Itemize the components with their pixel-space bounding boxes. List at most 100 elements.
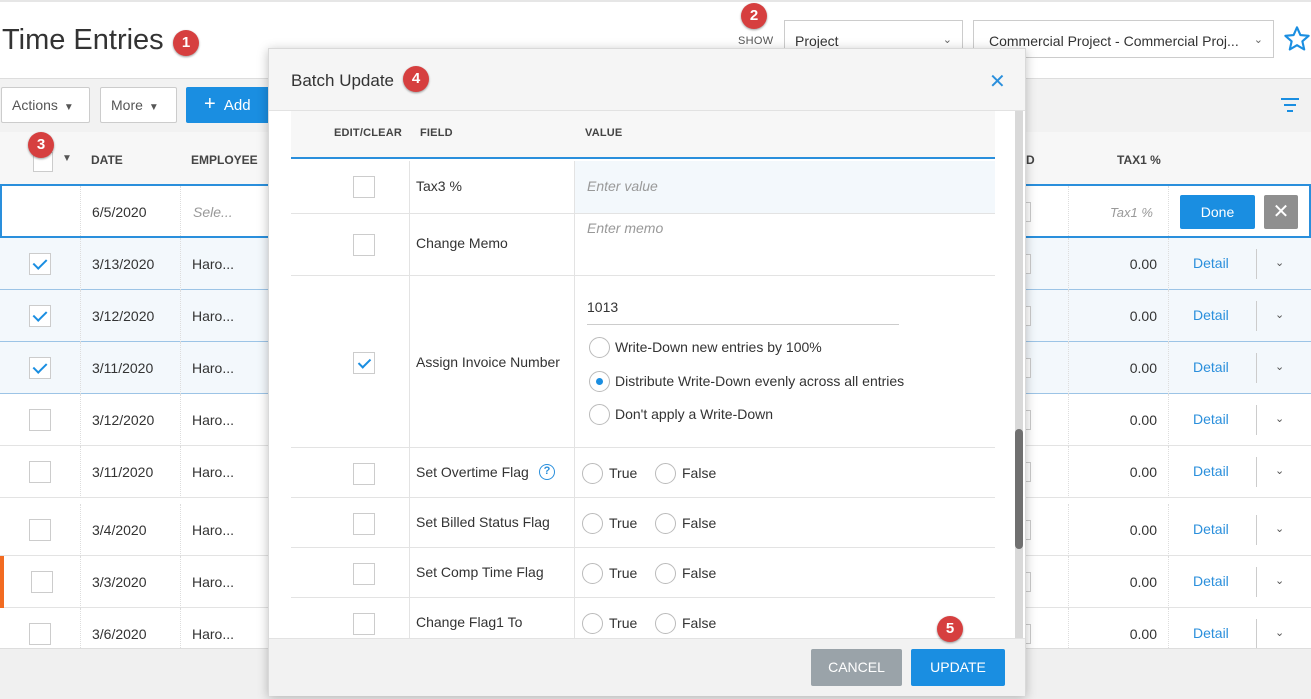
- chevron-down-icon[interactable]: ⌄: [1275, 522, 1284, 535]
- column-header-date[interactable]: DATE: [91, 153, 123, 167]
- star-icon[interactable]: [1283, 25, 1311, 53]
- chevron-down-icon[interactable]: ⌄: [1275, 308, 1284, 321]
- cancel-button[interactable]: CANCEL: [811, 649, 902, 686]
- overtime-false-radio[interactable]: [655, 463, 676, 484]
- row-checkbox[interactable]: [29, 409, 51, 431]
- flag1-true-radio[interactable]: [582, 613, 603, 634]
- writedown-radio-none[interactable]: [589, 404, 610, 425]
- comp-time-false-label[interactable]: False: [682, 565, 716, 581]
- comp-time-true-label[interactable]: True: [609, 565, 637, 581]
- edit-row-employee-select[interactable]: Sele...: [193, 204, 233, 220]
- column-header-tax1[interactable]: TAX1 %: [1117, 153, 1161, 167]
- close-icon[interactable]: ✕: [989, 69, 1006, 94]
- add-button[interactable]: + Add: [186, 87, 276, 123]
- billed-checkbox[interactable]: [353, 513, 375, 535]
- memo-checkbox[interactable]: [353, 234, 375, 256]
- detail-link[interactable]: Detail: [1193, 463, 1229, 479]
- row-date: 3/6/2020: [92, 626, 147, 642]
- billed-false-radio[interactable]: [655, 513, 676, 534]
- chevron-down-icon[interactable]: ⌄: [1275, 360, 1284, 373]
- chevron-down-icon[interactable]: ⌄: [1275, 574, 1284, 587]
- flag1-true-label[interactable]: True: [609, 615, 637, 631]
- filter-icon[interactable]: [1281, 98, 1299, 112]
- field-cell: Change Flag1 To: [410, 598, 575, 638]
- invoice-number-input[interactable]: 1013: [587, 299, 618, 315]
- column-divider: [180, 290, 181, 342]
- detail-link[interactable]: Detail: [1193, 521, 1229, 537]
- comp-time-false-radio[interactable]: [655, 563, 676, 584]
- row-employee: Haro...: [192, 412, 235, 428]
- flag1-false-radio[interactable]: [655, 613, 676, 634]
- column-divider: [1068, 290, 1069, 342]
- detail-link[interactable]: Detail: [1193, 411, 1229, 427]
- chevron-down-icon[interactable]: ⌄: [1275, 256, 1284, 269]
- chevron-down-icon[interactable]: ⌄: [1275, 626, 1284, 639]
- writedown-option-none[interactable]: Don't apply a Write-Down: [615, 406, 773, 422]
- chevron-down-icon[interactable]: ⌄: [1275, 464, 1284, 477]
- tax3-input[interactable]: Enter value: [587, 178, 658, 194]
- chevron-down-icon[interactable]: ▼: [62, 153, 72, 164]
- modal-scrollbar[interactable]: [1015, 111, 1023, 638]
- detail-link[interactable]: Detail: [1193, 359, 1229, 375]
- flag1-checkbox[interactable]: [353, 613, 375, 635]
- row-checkbox[interactable]: [29, 519, 51, 541]
- callout-badge-1: 1: [173, 30, 199, 56]
- batch-row-comp-time: Set Comp Time Flag True False: [291, 548, 995, 598]
- detail-link[interactable]: Detail: [1193, 255, 1229, 271]
- page-title: Time Entries: [2, 24, 164, 56]
- column-divider: [1168, 446, 1169, 498]
- actions-button[interactable]: Actions ▼: [1, 87, 90, 123]
- edit-row-date[interactable]: 6/5/2020: [92, 204, 147, 220]
- help-icon[interactable]: ?: [539, 464, 555, 480]
- row-checkbox[interactable]: [31, 571, 53, 593]
- done-button[interactable]: Done: [1180, 195, 1255, 229]
- comp-time-checkbox[interactable]: [353, 563, 375, 585]
- comp-time-true-radio[interactable]: [582, 563, 603, 584]
- overtime-false-label[interactable]: False: [682, 465, 716, 481]
- overtime-checkbox[interactable]: [353, 463, 375, 485]
- overtime-true-radio[interactable]: [582, 463, 603, 484]
- invoice-checkbox[interactable]: [353, 352, 375, 374]
- row-amount: 0.00: [1129, 464, 1157, 480]
- writedown-radio-100[interactable]: [589, 337, 610, 358]
- chevron-down-icon: ⌄: [1253, 34, 1263, 46]
- row-employee: Haro...: [192, 360, 235, 376]
- detail-link[interactable]: Detail: [1193, 573, 1229, 589]
- detail-link[interactable]: Detail: [1193, 307, 1229, 323]
- more-button[interactable]: More ▼: [100, 87, 177, 123]
- column-divider: [1068, 504, 1069, 556]
- project-value: Commercial Project - Commercial Proj...: [989, 33, 1239, 49]
- memo-textarea[interactable]: Enter memo: [587, 220, 663, 236]
- row-checkbox[interactable]: [29, 305, 51, 327]
- row-checkbox[interactable]: [29, 623, 51, 645]
- edit-row-tax1-input[interactable]: Tax1 %: [1110, 205, 1153, 220]
- callout-badge-2: 2: [741, 3, 767, 29]
- column-header-partial[interactable]: D: [1026, 153, 1035, 167]
- row-amount: 0.00: [1129, 308, 1157, 324]
- modal-scrollbar-thumb[interactable]: [1015, 429, 1023, 549]
- cancel-edit-button[interactable]: ✕: [1264, 195, 1298, 229]
- edit-clear-cell: [291, 214, 410, 275]
- row-checkbox[interactable]: [29, 461, 51, 483]
- column-divider: [1068, 556, 1069, 608]
- overtime-true-label[interactable]: True: [609, 465, 637, 481]
- update-button[interactable]: UPDATE: [911, 649, 1005, 686]
- flag1-false-label[interactable]: False: [682, 615, 716, 631]
- writedown-option-100[interactable]: Write-Down new entries by 100%: [615, 339, 822, 355]
- row-checkbox[interactable]: [29, 357, 51, 379]
- tax3-checkbox[interactable]: [353, 176, 375, 198]
- column-divider: [80, 238, 81, 290]
- row-checkbox[interactable]: [29, 253, 51, 275]
- row-divider: [1256, 301, 1257, 331]
- writedown-option-distribute[interactable]: Distribute Write-Down evenly across all …: [615, 373, 904, 389]
- writedown-radio-distribute[interactable]: [589, 371, 610, 392]
- detail-link[interactable]: Detail: [1193, 625, 1229, 641]
- billed-false-label[interactable]: False: [682, 515, 716, 531]
- row-date: 3/11/2020: [92, 464, 154, 480]
- column-divider: [1168, 238, 1169, 290]
- row-divider: [1256, 405, 1257, 435]
- billed-true-radio[interactable]: [582, 513, 603, 534]
- billed-true-label[interactable]: True: [609, 515, 637, 531]
- column-header-employee[interactable]: EMPLOYEE: [191, 153, 258, 167]
- chevron-down-icon[interactable]: ⌄: [1275, 412, 1284, 425]
